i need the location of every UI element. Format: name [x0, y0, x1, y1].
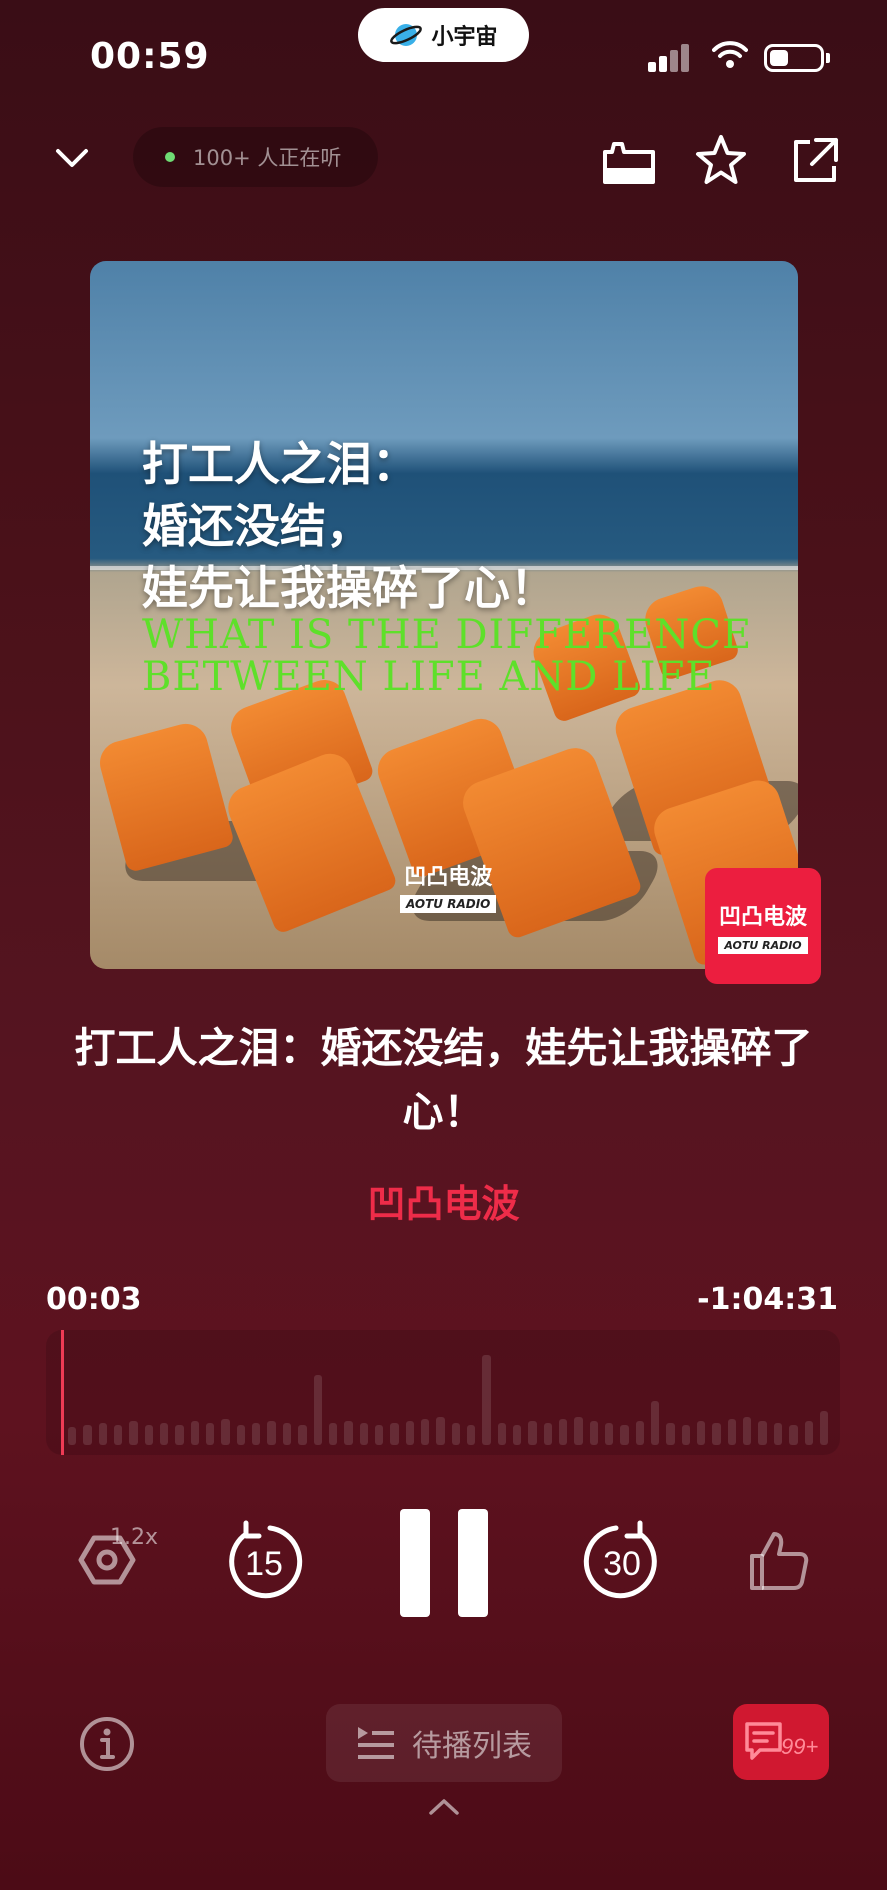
waveform-bar [758, 1421, 767, 1445]
planet-icon [390, 24, 423, 46]
status-time: 00:59 [90, 36, 210, 77]
waveform-bar [68, 1427, 77, 1445]
waveform-bar [252, 1423, 261, 1445]
cover-art: 打工人之泪： 婚还没结， 娃先让我操碎了心！ WHAT IS THE DIFFE… [90, 261, 798, 969]
waveform-bar [559, 1419, 568, 1445]
waveform-progress[interactable] [46, 1330, 840, 1455]
waveform-bar [144, 1425, 154, 1445]
waveform-bar [574, 1417, 583, 1445]
comments-button[interactable]: 99+ [733, 1704, 829, 1780]
live-dot [165, 152, 175, 162]
waveform-bar [743, 1417, 752, 1445]
waveform-bar [267, 1421, 276, 1445]
waveform-bar [175, 1425, 184, 1445]
waveform-bar [129, 1421, 138, 1445]
waveform-bar [313, 1375, 322, 1445]
speed-label[interactable]: 1.2x [110, 1525, 158, 1550]
pause-button[interactable] [400, 1509, 488, 1617]
playlist-icon [358, 1727, 394, 1759]
wifi-icon [712, 41, 748, 68]
waveform-bar [543, 1423, 552, 1445]
waveform-bar [98, 1423, 108, 1445]
waveform-bar [390, 1423, 399, 1445]
listeners-count: 100+ 人正在听 [193, 146, 342, 170]
chevron-down-icon[interactable] [54, 140, 90, 176]
app-island[interactable]: 小宇宙 [358, 8, 529, 62]
waveform-bar [635, 1421, 645, 1445]
chevron-up-icon[interactable] [428, 1797, 460, 1817]
waveform-bar [114, 1425, 123, 1445]
waveform-bar [160, 1423, 169, 1445]
waveform-bar [620, 1425, 629, 1445]
thumbs-up-icon[interactable] [748, 1530, 810, 1592]
waveform-bar [589, 1421, 599, 1445]
waveform-bar [497, 1423, 506, 1445]
waveform-bar [681, 1425, 691, 1445]
waveform-bar [482, 1355, 491, 1445]
waveform-bar [466, 1425, 476, 1445]
waveform-bar [819, 1411, 829, 1445]
waveform-bar [512, 1425, 522, 1445]
waveform-bar [451, 1423, 460, 1445]
current-time: 00:03 [46, 1282, 142, 1317]
waveform-bar [773, 1423, 783, 1445]
waveform-bar [697, 1421, 706, 1445]
waveform-bar [727, 1419, 737, 1445]
waveform-bar [420, 1419, 430, 1445]
rewind-15-icon[interactable]: 15 [224, 1518, 304, 1602]
comment-count: 99+ [781, 1734, 818, 1759]
star-icon[interactable] [692, 132, 750, 190]
waveform-bar [298, 1425, 307, 1445]
queue-button[interactable]: 待播列表 [326, 1704, 562, 1782]
waveform-bar [236, 1425, 246, 1445]
waveform-bar [712, 1423, 721, 1445]
waveform-bar [359, 1423, 368, 1445]
battery-icon [764, 44, 824, 72]
waveform-bar [666, 1423, 675, 1445]
waveform-bar [405, 1421, 414, 1445]
comment-icon: 99+ [745, 1722, 818, 1760]
waveform-bar [221, 1419, 230, 1445]
podcast-badge[interactable]: 凹凸电波 AOTU RADIO [705, 868, 821, 984]
svg-text:15: 15 [245, 1545, 283, 1583]
remaining-time: -1:04:31 [697, 1282, 838, 1317]
waveform-bar [344, 1421, 353, 1445]
waveform-bar [436, 1417, 445, 1445]
waveform-bar [804, 1421, 813, 1445]
svg-text:30: 30 [603, 1545, 641, 1583]
cover-logo: 凹凸电波 AOTU RADIO [400, 859, 497, 913]
forward-30-icon[interactable]: 30 [582, 1518, 662, 1602]
cover-title: 打工人之泪： 婚还没结， 娃先让我操碎了心！ [142, 437, 556, 615]
podcast-name[interactable]: 凹凸电波 [0, 1173, 887, 1228]
waveform-bar [789, 1425, 798, 1445]
save-tray-icon[interactable] [600, 132, 658, 190]
cover-english-text: WHAT IS THE DIFFERENCE BETWEEN LIFE AND … [142, 612, 753, 700]
waveform-bar [374, 1425, 384, 1445]
waveform-bar [206, 1423, 215, 1445]
waveform-bar [605, 1423, 614, 1445]
waveform-bar [83, 1425, 92, 1445]
queue-label: 待播列表 [412, 1729, 532, 1764]
waveform-bar [190, 1421, 200, 1445]
share-icon[interactable] [786, 132, 844, 190]
info-icon[interactable] [78, 1715, 136, 1773]
playhead[interactable] [61, 1330, 64, 1455]
battery-tip [826, 53, 830, 63]
episode-title: 打工人之泪：婚还没结，娃先让我操碎了心！ [74, 1024, 813, 1136]
waveform-bar [651, 1401, 660, 1445]
signal-icon [648, 44, 689, 72]
listeners-pill: 100+ 人正在听 [133, 127, 378, 187]
waveform-bar [528, 1421, 537, 1445]
waveform-bar [282, 1423, 292, 1445]
waveform-bar [328, 1423, 338, 1445]
app-island-label: 小宇宙 [431, 25, 498, 50]
